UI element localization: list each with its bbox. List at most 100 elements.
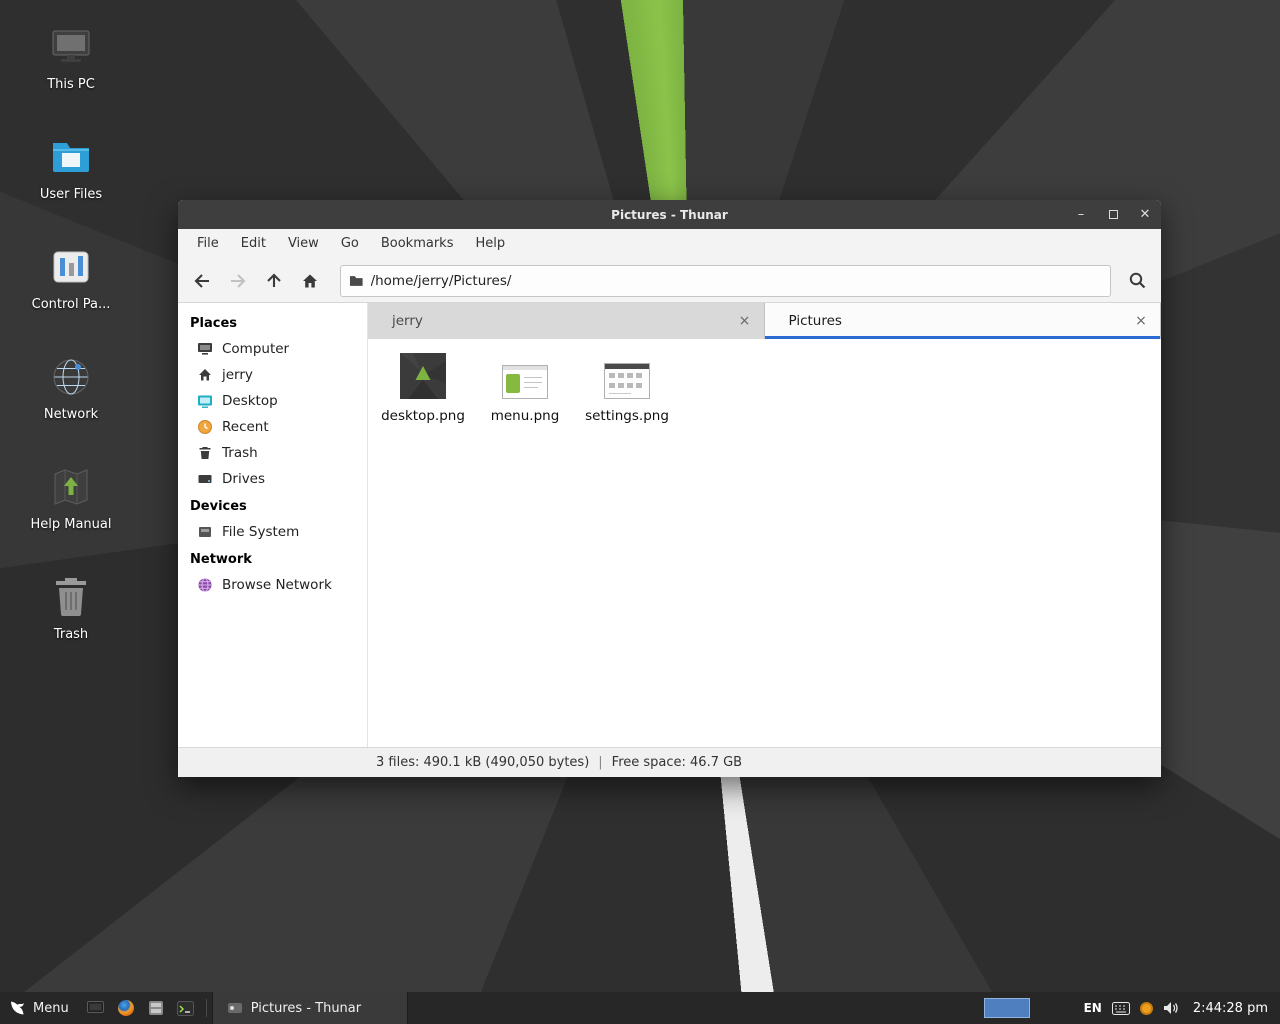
menu-go[interactable]: Go	[330, 229, 370, 259]
back-arrow-icon	[193, 272, 211, 290]
close-icon[interactable]: ×	[736, 312, 754, 330]
sidebar-item-label: Recent	[222, 419, 269, 435]
close-button[interactable]: ✕	[1129, 200, 1161, 229]
desktop-icon-control-panel[interactable]: Control Pa...	[15, 238, 127, 332]
title-bar[interactable]: Pictures - Thunar – ✕	[178, 200, 1161, 229]
sidebar-item-recent[interactable]: Recent	[178, 414, 367, 440]
drive-icon	[197, 471, 213, 487]
file-view[interactable]: desktop.png menu.png settings.png	[368, 339, 1161, 747]
forward-button[interactable]	[220, 265, 256, 297]
launcher-files-button[interactable]	[141, 992, 171, 1024]
file-name: settings.png	[585, 408, 669, 424]
sidebar-item-drives[interactable]: Drives	[178, 466, 367, 492]
toolbar	[178, 259, 1161, 303]
language-indicator[interactable]: EN	[1084, 1001, 1102, 1015]
up-arrow-icon	[265, 272, 283, 290]
desktop-icon-label: Help Manual	[30, 517, 111, 532]
thunar-icon	[227, 1000, 243, 1016]
mint-logo-icon	[9, 1000, 26, 1017]
taskbar-separator	[206, 999, 207, 1017]
volume-icon[interactable]	[1163, 1001, 1179, 1015]
firefox-icon	[117, 999, 135, 1017]
menu-bookmarks[interactable]: Bookmarks	[370, 229, 465, 259]
desktop-icon-user-files[interactable]: User Files	[15, 128, 127, 222]
settings-screenshot-thumbnail	[604, 351, 650, 399]
sidebar-item-computer[interactable]: Computer	[178, 336, 367, 362]
sidebar-item-desktop[interactable]: Desktop	[178, 388, 367, 414]
clock-icon	[197, 419, 213, 435]
desktop-icon-label: Network	[44, 407, 98, 422]
terminal-icon	[177, 1001, 194, 1016]
files-summary: 3 files: 490.1 kB (490,050 bytes)	[376, 755, 589, 770]
launcher-firefox-button[interactable]	[111, 992, 141, 1024]
back-button[interactable]	[184, 265, 220, 297]
menu-view[interactable]: View	[277, 229, 330, 259]
desktop-icon-label: Trash	[54, 627, 88, 642]
trash-icon	[197, 445, 213, 461]
sidebar-item-trash[interactable]: Trash	[178, 440, 367, 466]
task-button-thunar[interactable]: Pictures - Thunar	[212, 992, 408, 1024]
window-controls: – ✕	[1065, 200, 1161, 229]
window-title: Pictures - Thunar	[178, 208, 1161, 222]
menu-help[interactable]: Help	[464, 229, 516, 259]
sidebar-item-file-system[interactable]: File System	[178, 519, 367, 545]
keyboard-icon[interactable]	[1112, 1002, 1130, 1015]
minimize-button[interactable]: –	[1065, 200, 1097, 229]
path-bar[interactable]	[340, 265, 1111, 297]
update-manager-icon[interactable]	[1140, 1002, 1153, 1015]
trash-icon	[48, 574, 94, 620]
window-content: Places Computer jerry Desktop Recent	[178, 303, 1161, 747]
tab-jerry[interactable]: jerry ×	[368, 303, 765, 339]
menu-button[interactable]: Menu	[0, 992, 81, 1024]
task-button-label: Pictures - Thunar	[251, 1001, 361, 1016]
desktop-icon-column: This PC User Files Control Pa... Network…	[15, 18, 127, 662]
file-pane: jerry × Pictures × desktop.png	[368, 303, 1161, 747]
maximize-icon	[1109, 210, 1118, 219]
sidebar-item-label: Browse Network	[222, 577, 332, 593]
home-icon	[301, 272, 319, 290]
menu-button-label: Menu	[33, 1001, 69, 1016]
workspace-switcher[interactable]	[984, 998, 1030, 1018]
desktop-icon-this-pc[interactable]: This PC	[15, 18, 127, 112]
close-icon[interactable]: ×	[1132, 312, 1150, 330]
computer-icon	[48, 24, 94, 70]
menu-edit[interactable]: Edit	[230, 229, 277, 259]
desktop-icon-help-manual[interactable]: Help Manual	[15, 458, 127, 552]
launcher-terminal-button[interactable]	[171, 992, 201, 1024]
sidebar-item-label: Computer	[222, 341, 289, 357]
path-input[interactable]	[371, 273, 1102, 289]
help-manual-icon	[48, 464, 94, 510]
tab-bar: jerry × Pictures ×	[368, 303, 1161, 339]
search-icon	[1128, 271, 1147, 290]
clock[interactable]: 2:44:28 pm	[1193, 1001, 1268, 1016]
file-desktop-png[interactable]: desktop.png	[372, 347, 474, 428]
sidebar-item-browse-network[interactable]: Browse Network	[178, 572, 367, 598]
sidebar-item-label: jerry	[222, 367, 253, 383]
up-button[interactable]	[256, 265, 292, 297]
file-name: menu.png	[491, 408, 560, 424]
sidebar-item-jerry[interactable]: jerry	[178, 362, 367, 388]
desktop-icon-network[interactable]: Network	[15, 348, 127, 442]
desktop-icon	[197, 393, 213, 409]
menu-screenshot-thumbnail	[502, 351, 548, 399]
system-tray	[1112, 1001, 1179, 1015]
menu-bar: File Edit View Go Bookmarks Help	[178, 229, 1161, 259]
launcher-show-desktop-button[interactable]	[81, 992, 111, 1024]
sidebar-header-network: Network	[178, 545, 367, 572]
network-globe-icon	[48, 354, 94, 400]
sidebar-item-label: Trash	[222, 445, 258, 461]
thunar-window: Pictures - Thunar – ✕ File Edit View Go …	[178, 200, 1161, 777]
tab-pictures[interactable]: Pictures ×	[765, 303, 1162, 339]
menu-file[interactable]: File	[186, 229, 230, 259]
screen-icon	[87, 1001, 104, 1015]
file-menu-png[interactable]: menu.png	[474, 347, 576, 428]
file-name: desktop.png	[381, 408, 465, 424]
search-button[interactable]	[1119, 265, 1155, 297]
maximize-button[interactable]	[1097, 200, 1129, 229]
sidebar-header-devices: Devices	[178, 492, 367, 519]
sidebar-header-places: Places	[178, 309, 367, 336]
file-settings-png[interactable]: settings.png	[576, 347, 678, 428]
desktop-icon-trash[interactable]: Trash	[15, 568, 127, 662]
home-button[interactable]	[292, 265, 328, 297]
desktop-icon-label: This PC	[47, 77, 95, 92]
